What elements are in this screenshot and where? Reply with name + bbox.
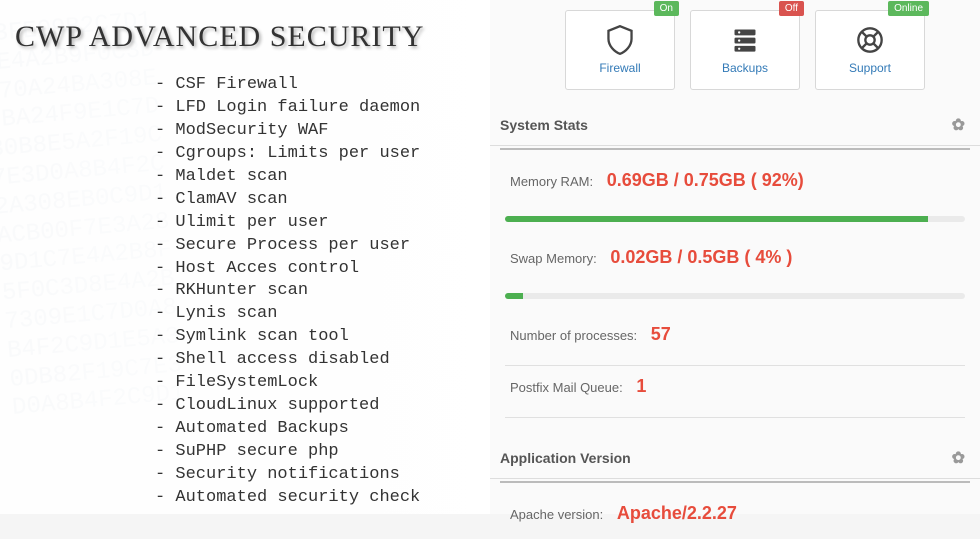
feature-item: Maldet scan	[155, 166, 475, 189]
tiles-row: On Firewall Off Backups Online Support	[490, 10, 980, 105]
stat-value: 0.02GB / 0.5GB ( 4% )	[610, 247, 792, 267]
tile-label: Support	[849, 61, 891, 75]
feature-item: LFD Login failure daemon	[155, 97, 475, 120]
progress-fill	[505, 293, 523, 299]
separator	[505, 417, 965, 418]
feature-item: Lynis scan	[155, 303, 475, 326]
feature-item: CloudLinux supported	[155, 395, 475, 418]
feature-item: Ulimit per user	[155, 212, 475, 235]
stat-value: Apache/2.2.27	[617, 503, 737, 523]
feature-item: Secure Process per user	[155, 235, 475, 258]
status-badge: Off	[779, 1, 804, 16]
support-tile[interactable]: Online Support	[815, 10, 925, 90]
mailqueue-stat: Postfix Mail Queue: 1	[490, 371, 980, 412]
shield-icon	[606, 25, 634, 55]
divider	[500, 148, 970, 150]
stat-label: Number of processes:	[510, 328, 637, 343]
app-version-header: Application Version ✿	[490, 438, 980, 479]
feature-item: CSF Firewall	[155, 74, 475, 97]
apache-stat: Apache version: Apache/2.2.27	[490, 498, 980, 539]
backups-tile[interactable]: Off Backups	[690, 10, 800, 90]
feature-item: Shell access disabled	[155, 349, 475, 372]
feature-item: Automated security check	[155, 487, 475, 510]
section-title: Application Version	[500, 450, 631, 466]
feature-item: FileSystemLock	[155, 372, 475, 395]
feature-list: CSF Firewall LFD Login failure daemon Mo…	[155, 74, 475, 510]
feature-item: Host Acces control	[155, 258, 475, 281]
stat-value: 1	[636, 376, 646, 396]
left-panel: CWP ADVANCED SECURITY CSF Firewall LFD L…	[0, 0, 490, 514]
stat-label: Memory RAM:	[510, 174, 593, 189]
feature-item: RKHunter scan	[155, 280, 475, 303]
stat-label: Postfix Mail Queue:	[510, 380, 623, 395]
swap-stat: Swap Memory: 0.02GB / 0.5GB ( 4% )	[490, 242, 980, 283]
separator	[505, 365, 965, 366]
firewall-tile[interactable]: On Firewall	[565, 10, 675, 90]
feature-item: Automated Backups	[155, 418, 475, 441]
feature-item: Security notifications	[155, 464, 475, 487]
stat-label: Apache version:	[510, 507, 603, 522]
stat-value: 0.69GB / 0.75GB ( 92%)	[607, 170, 804, 190]
tile-label: Firewall	[599, 61, 640, 75]
status-badge: Online	[888, 1, 929, 16]
stat-label: Swap Memory:	[510, 251, 597, 266]
feature-item: ModSecurity WAF	[155, 120, 475, 143]
processes-stat: Number of processes: 57	[490, 319, 980, 360]
system-stats-header: System Stats ✿	[490, 105, 980, 146]
divider	[500, 481, 970, 483]
status-badge: On	[654, 1, 679, 16]
progress-fill	[505, 216, 928, 222]
tile-label: Backups	[722, 61, 768, 75]
feature-item: ClamAV scan	[155, 189, 475, 212]
page-title: CWP ADVANCED SECURITY	[15, 20, 475, 54]
swap-progress	[505, 293, 965, 299]
lifebuoy-icon	[856, 25, 884, 55]
feature-item: Symlink scan tool	[155, 326, 475, 349]
server-icon	[731, 25, 759, 55]
ram-stat: Memory RAM: 0.69GB / 0.75GB ( 92%)	[490, 165, 980, 206]
feature-item: Cgroups: Limits per user	[155, 143, 475, 166]
stat-value: 57	[651, 324, 671, 344]
ram-progress	[505, 216, 965, 222]
section-title: System Stats	[500, 117, 588, 133]
right-panel: On Firewall Off Backups Online Support S…	[490, 0, 980, 514]
feature-item: SuPHP secure php	[155, 441, 475, 464]
gear-icon[interactable]: ✿	[952, 448, 965, 468]
gear-icon[interactable]: ✿	[952, 115, 965, 135]
